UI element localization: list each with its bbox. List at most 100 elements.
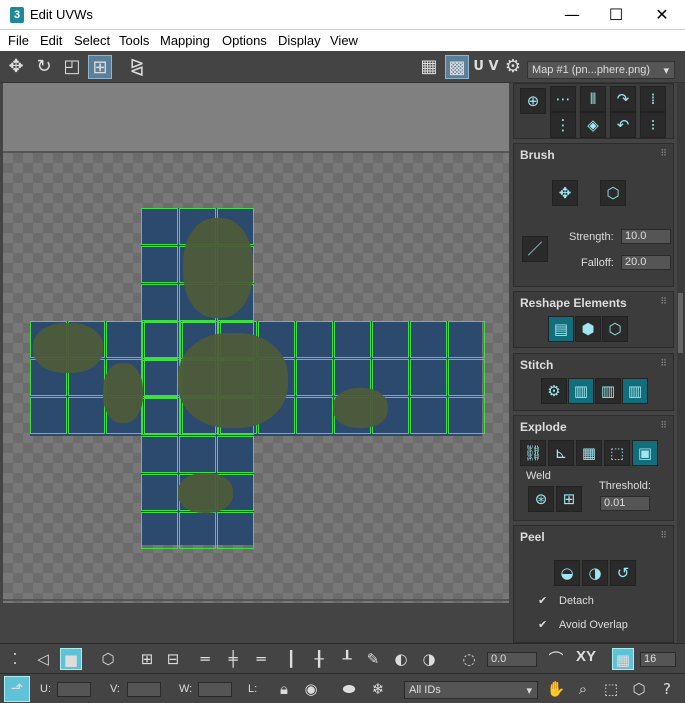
falloff-spinner[interactable]: 20.0: [621, 255, 671, 270]
uv-cell[interactable]: [141, 398, 178, 435]
rotate-ccw-icon[interactable]: ↶: [610, 112, 636, 138]
minimize-button[interactable]: —: [549, 0, 595, 30]
uv-cell[interactable]: [410, 397, 447, 434]
avoid-overlap-checkbox[interactable]: ✔: [538, 619, 550, 631]
stitch-average-icon[interactable]: ▥: [595, 378, 621, 404]
uv-cell[interactable]: [141, 284, 178, 321]
peel-title[interactable]: Peel: [520, 530, 545, 544]
angle-icon[interactable]: ◌: [458, 648, 480, 670]
uv-cell[interactable]: [141, 512, 178, 549]
uv-cell[interactable]: [448, 321, 485, 358]
menu-select[interactable]: Select: [74, 33, 110, 48]
maximize-button[interactable]: ☐: [593, 0, 639, 30]
vertex-select-icon[interactable]: ⁚: [4, 648, 26, 670]
freeform-mode-icon[interactable]: ⊞: [88, 55, 112, 79]
paint-select-icon[interactable]: ✎: [362, 648, 384, 670]
soft-select-icon[interactable]: ◐: [390, 648, 412, 670]
edge-loop-icon[interactable]: ═: [250, 648, 272, 670]
align-vertical-icon[interactable]: ⋮: [550, 112, 576, 138]
straighten-icon[interactable]: ⦀: [580, 86, 606, 112]
break-icon[interactable]: ▣: [632, 440, 658, 466]
align-h-icon[interactable]: ┸: [336, 648, 358, 670]
reshape-title[interactable]: Reshape Elements: [520, 296, 627, 310]
stitch-to-target-icon[interactable]: ▥: [568, 378, 594, 404]
reset-peel-icon[interactable]: ↺: [610, 560, 636, 586]
uv-cell[interactable]: [217, 512, 254, 549]
visibility-icon[interactable]: ◉: [300, 678, 322, 700]
uv-cell[interactable]: [179, 512, 216, 549]
menu-options[interactable]: Options: [222, 33, 267, 48]
uv-cell[interactable]: [141, 474, 178, 511]
zoom-icon[interactable]: ⌕: [572, 678, 594, 700]
mirror-icon[interactable]: ⧎: [125, 55, 149, 79]
uv-viewport[interactable]: [3, 83, 509, 603]
polygon-select-icon[interactable]: ■: [60, 648, 82, 670]
uv-cell[interactable]: [106, 321, 143, 358]
w-field[interactable]: [198, 682, 232, 697]
menu-file[interactable]: File: [8, 33, 29, 48]
threshold-spinner[interactable]: 0.01: [600, 496, 650, 511]
panel-scrollbar[interactable]: [677, 83, 685, 643]
relax-until-flat-icon[interactable]: ⬢: [575, 316, 601, 342]
uv-cell[interactable]: [448, 397, 485, 434]
uv-cell[interactable]: [296, 397, 333, 434]
menu-edit[interactable]: Edit: [40, 33, 62, 48]
shrink-selection-icon[interactable]: ⊟: [162, 648, 184, 670]
scale-icon[interactable]: ◰: [60, 55, 84, 79]
strength-spinner[interactable]: 10.0: [621, 229, 671, 244]
relax-brush-icon[interactable]: ✥: [552, 180, 578, 206]
lock-icon[interactable]: 🔒︎: [273, 678, 295, 700]
hide-icon[interactable]: ⬬: [338, 678, 360, 700]
break-by-smoothing-icon[interactable]: ⛓: [520, 440, 546, 466]
rotate-icon[interactable]: ↻: [32, 55, 56, 79]
move-icon[interactable]: ✥: [4, 55, 28, 79]
uv-cell[interactable]: [448, 359, 485, 396]
distribute-icon[interactable]: ⁞: [640, 86, 666, 112]
quick-peel-icon[interactable]: ◒: [554, 560, 580, 586]
edge-select-icon[interactable]: ◁: [32, 648, 54, 670]
spacing-icon[interactable]: ⁝: [640, 112, 666, 138]
uv-cell[interactable]: [30, 397, 67, 434]
uv-cell[interactable]: [179, 436, 216, 473]
menu-view[interactable]: View: [330, 33, 358, 48]
menu-tools[interactable]: Tools: [119, 33, 149, 48]
pan-icon[interactable]: ✋: [545, 678, 567, 700]
uv-cell[interactable]: [141, 246, 178, 283]
uv-cell[interactable]: [141, 208, 178, 245]
straighten-selection-icon[interactable]: ▤: [548, 316, 574, 342]
break-by-material-icon[interactable]: ▦: [576, 440, 602, 466]
show-map-icon[interactable]: ▩: [445, 55, 469, 79]
stitch-to-source-icon[interactable]: ▥: [622, 378, 648, 404]
uv-cell[interactable]: [410, 321, 447, 358]
checker-pattern-icon[interactable]: ▦: [417, 55, 441, 79]
map-settings-icon[interactable]: ⚙: [501, 55, 525, 79]
align-icon[interactable]: ⋯: [550, 86, 576, 112]
pin-select-icon[interactable]: ┃: [280, 648, 302, 670]
detach-checkbox[interactable]: ✔: [538, 595, 550, 607]
uv-cell[interactable]: [68, 397, 105, 434]
align-v-icon[interactable]: ╂: [308, 648, 330, 670]
grow-selection-icon[interactable]: ⊞: [136, 648, 158, 670]
uv-cell[interactable]: [217, 436, 254, 473]
uv-cell[interactable]: [296, 321, 333, 358]
brush-line-icon[interactable]: ／: [522, 236, 548, 262]
uv-cell[interactable]: [410, 359, 447, 396]
break-by-uv-icon[interactable]: ⬚: [604, 440, 630, 466]
pin-icon[interactable]: ⊕: [520, 88, 546, 114]
brush-title[interactable]: Brush: [520, 148, 555, 162]
zoom-extents-icon[interactable]: ⬡: [628, 678, 650, 700]
stitch-custom-icon[interactable]: ⚙: [541, 378, 567, 404]
uv-cell[interactable]: [141, 360, 178, 397]
zoom-region-icon[interactable]: ⬚: [600, 678, 622, 700]
menu-display[interactable]: Display: [278, 33, 321, 48]
grid-spinner[interactable]: 16: [640, 652, 676, 667]
rotate-cw-icon[interactable]: ↷: [610, 86, 636, 112]
falloff-icon[interactable]: ◑: [418, 648, 440, 670]
menu-mapping[interactable]: Mapping: [160, 33, 210, 48]
xy-toggle[interactable]: XY: [573, 648, 599, 670]
freeze-icon[interactable]: ❄: [367, 678, 389, 700]
close-button[interactable]: ✕: [639, 0, 685, 30]
peel-mode-icon[interactable]: ◑: [582, 560, 608, 586]
map-dropdown[interactable]: Map #1 (pn...phere.png) ▾: [527, 61, 675, 79]
help-icon[interactable]: ?: [656, 678, 678, 700]
